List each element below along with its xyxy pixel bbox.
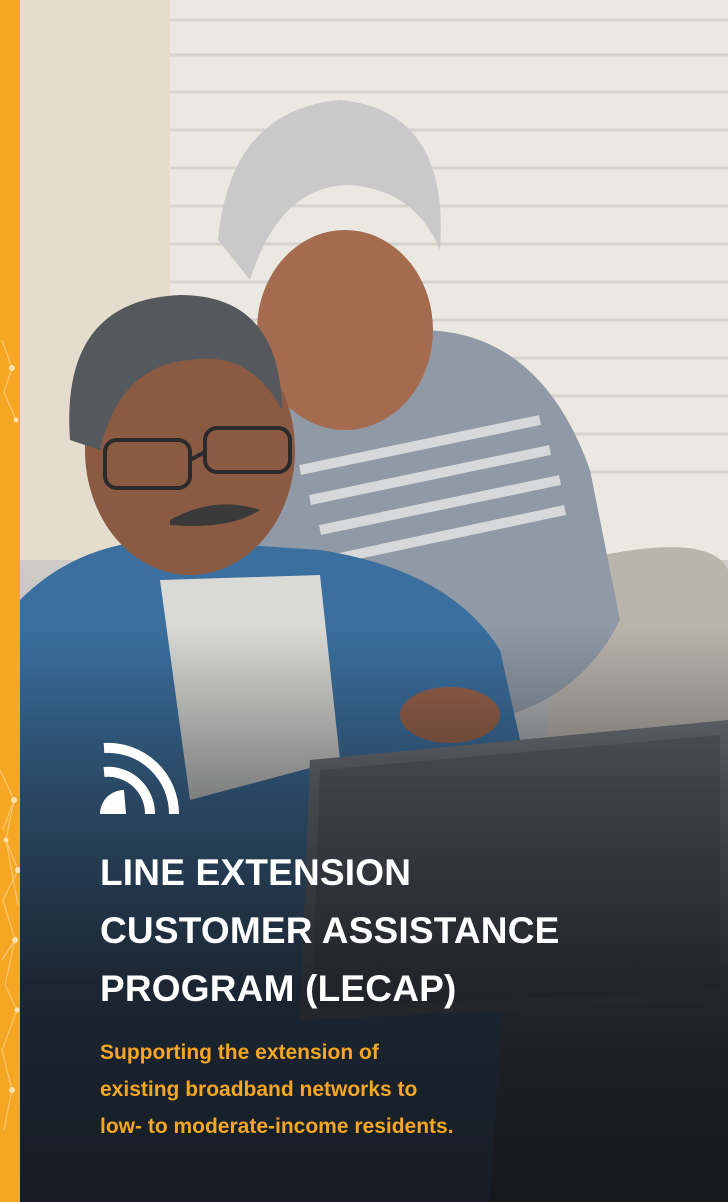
tagline-line: Supporting the extension of — [100, 1041, 379, 1064]
program-title: LINE EXTENSION CUSTOMER ASSISTANCE PROGR… — [100, 844, 700, 1018]
accent-side-bar — [0, 0, 20, 1202]
title-line: CUSTOMER ASSISTANCE — [100, 910, 560, 951]
wifi-broadcast-icon — [100, 742, 180, 815]
network-pattern-graphic — [0, 339, 20, 1131]
cover-content: LINE EXTENSION CUSTOMER ASSISTANCE PROGR… — [100, 738, 700, 1145]
brochure-cover: LINE EXTENSION CUSTOMER ASSISTANCE PROGR… — [0, 0, 728, 1202]
program-tagline: Supporting the extension of existing bro… — [100, 1034, 700, 1145]
tagline-line: low- to moderate-income residents. — [100, 1115, 454, 1138]
title-line: PROGRAM (LECAP) — [100, 968, 457, 1009]
tagline-line: existing broadband networks to — [100, 1078, 418, 1101]
title-line: LINE EXTENSION — [100, 852, 412, 893]
